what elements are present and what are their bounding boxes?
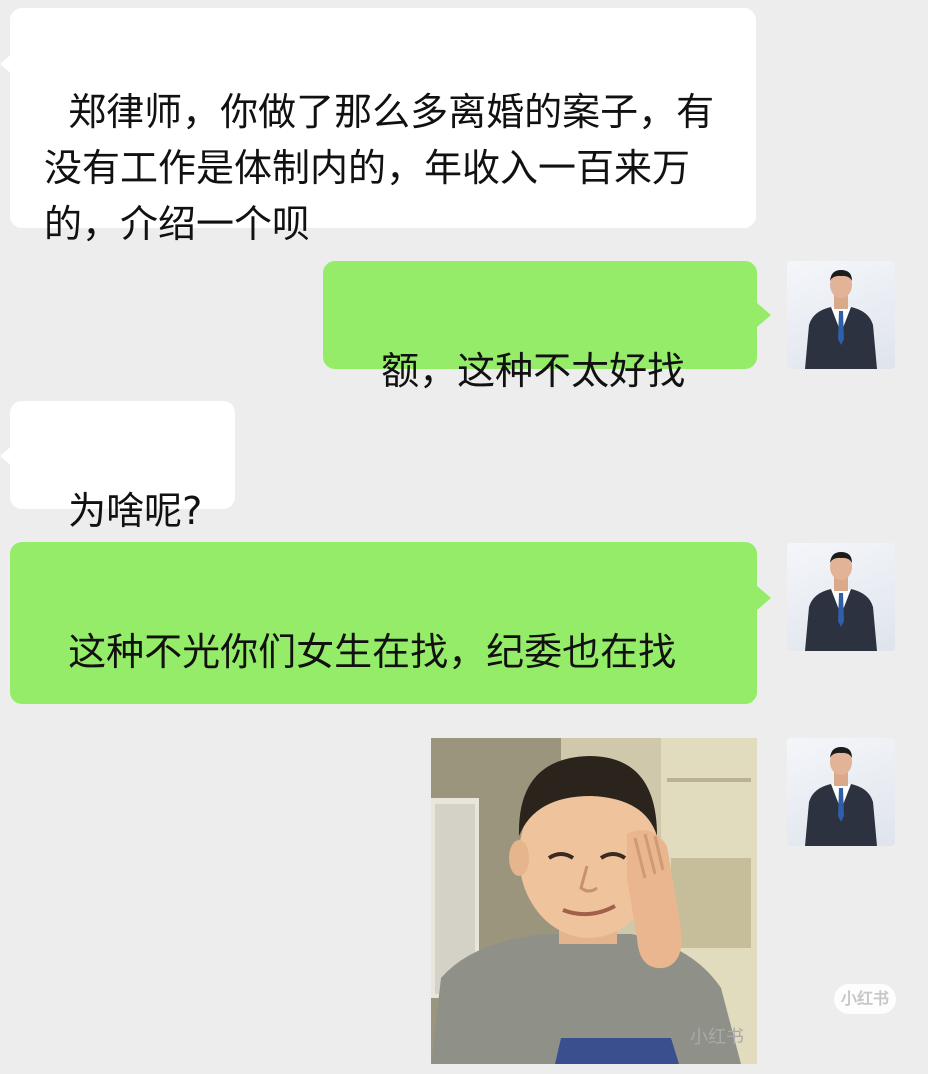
lawyer-avatar-icon (805, 552, 877, 651)
message-text: 额，这种不太好找 (381, 349, 686, 393)
message-text: 郑律师，你做了那么多离婚的案子，有没有工作是体制内的，年收入一百来万的，介绍一个… (44, 90, 715, 246)
bubble-tail (757, 780, 771, 804)
message-bubble-outgoing[interactable]: 这种不光你们女生在找，纪委也在找 (10, 542, 757, 704)
avatar[interactable] (787, 543, 895, 651)
smug-man-photo-icon (431, 738, 757, 1064)
avatar[interactable] (787, 738, 895, 846)
bubble-tail (757, 303, 771, 327)
message-text: 为啥呢? (68, 489, 203, 533)
avatar[interactable] (787, 261, 895, 369)
message-bubble-outgoing[interactable]: 额，这种不太好找 (323, 261, 757, 393)
message-bubble-incoming[interactable]: 为啥呢? (10, 401, 235, 533)
watermark-text: 小红书 (690, 1027, 744, 1048)
lawyer-avatar-icon (805, 270, 877, 369)
message-text: 这种不光你们女生在找，纪委也在找 (68, 630, 677, 674)
bubble-tail (757, 586, 771, 610)
watermark-logo: 小红书 (834, 984, 896, 1014)
message-image[interactable] (431, 738, 757, 1064)
message-bubble-incoming[interactable]: 郑律师，你做了那么多离婚的案子，有没有工作是体制内的，年收入一百来万的，介绍一个… (10, 8, 756, 246)
lawyer-avatar-icon (805, 747, 877, 846)
